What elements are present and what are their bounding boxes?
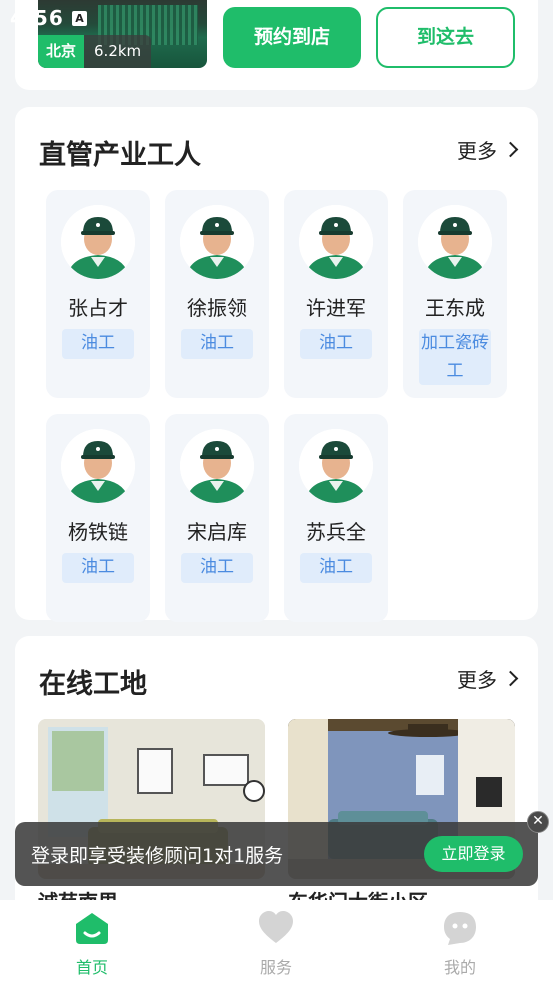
tab-home[interactable]: 首页 xyxy=(0,900,184,984)
avatar xyxy=(299,429,373,503)
avatar xyxy=(180,205,254,279)
worker-trade-tag: 加工瓷砖工 xyxy=(419,329,491,385)
worker-name: 王东成 xyxy=(425,296,485,320)
worker-trade-tag: 油工 xyxy=(300,329,372,359)
worker-trade-tag: 油工 xyxy=(181,553,253,583)
worker-card[interactable]: 王东成 加工瓷砖工 xyxy=(403,190,507,398)
avatar xyxy=(61,429,135,503)
profile-icon xyxy=(444,912,476,945)
heart-icon xyxy=(259,911,293,943)
more-label: 更多 xyxy=(457,668,497,692)
worker-name: 宋启库 xyxy=(187,520,247,544)
login-banner: 登录即享受装修顾问1对1服务 立即登录 xyxy=(15,822,538,886)
worker-card[interactable]: 苏兵全 油工 xyxy=(284,414,388,622)
more-label: 更多 xyxy=(457,139,497,163)
worker-trade-tag: 油工 xyxy=(62,553,134,583)
section-title: 直管产业工人 xyxy=(39,140,201,171)
worker-trade-tag: 油工 xyxy=(181,329,253,359)
tab-label: 我的 xyxy=(443,958,476,977)
avatar xyxy=(299,205,373,279)
section-title: 在线工地 xyxy=(39,669,147,700)
avatar xyxy=(61,205,135,279)
worker-trade-tag: 油工 xyxy=(300,553,372,583)
login-banner-text: 登录即享受装修顾问1对1服务 xyxy=(31,845,284,867)
status-icons xyxy=(505,10,545,24)
worker-card[interactable]: 杨铁链 油工 xyxy=(46,414,150,622)
worker-name: 苏兵全 xyxy=(306,520,366,544)
bottom-tab-bar: 首页 服务 我的 xyxy=(0,900,553,984)
sim-icon: A xyxy=(72,11,87,26)
worker-card[interactable]: 徐振领 油工 xyxy=(165,190,269,398)
tab-service[interactable]: 服务 xyxy=(184,900,368,984)
worker-card[interactable]: 许进军 油工 xyxy=(284,190,388,398)
home-icon xyxy=(76,913,108,944)
tab-label: 服务 xyxy=(259,958,292,977)
worker-name: 徐振领 xyxy=(187,296,247,320)
tab-profile[interactable]: 我的 xyxy=(368,900,552,984)
worker-name: 许进军 xyxy=(306,296,366,320)
workers-section: 直管产业工人 更多 张占才 油工 徐振领 油工 许进军 油工 王东成 加工瓷砖工 杨铁链 油工 宋启… xyxy=(15,107,538,622)
status-bar: 4:56 A xyxy=(0,0,553,40)
workers-more-link[interactable]: 更多 xyxy=(457,135,519,164)
login-button[interactable]: 立即登录 xyxy=(424,836,523,872)
worker-card[interactable]: 宋启库 油工 xyxy=(165,414,269,622)
worker-name: 张占才 xyxy=(68,296,128,320)
close-icon[interactable]: ✕ xyxy=(527,811,549,833)
worker-name: 杨铁链 xyxy=(68,520,128,544)
sites-more-link[interactable]: 更多 xyxy=(457,664,519,693)
avatar xyxy=(418,205,492,279)
status-time: 4:56 xyxy=(10,6,64,30)
avatar xyxy=(180,429,254,503)
worker-trade-tag: 油工 xyxy=(62,329,134,359)
chevron-right-icon xyxy=(502,670,519,687)
worker-card[interactable]: 张占才 油工 xyxy=(46,190,150,398)
chevron-right-icon xyxy=(502,141,519,158)
sites-section: 在线工地 更多 诚苑 xyxy=(15,636,538,936)
tab-label: 首页 xyxy=(75,958,108,977)
